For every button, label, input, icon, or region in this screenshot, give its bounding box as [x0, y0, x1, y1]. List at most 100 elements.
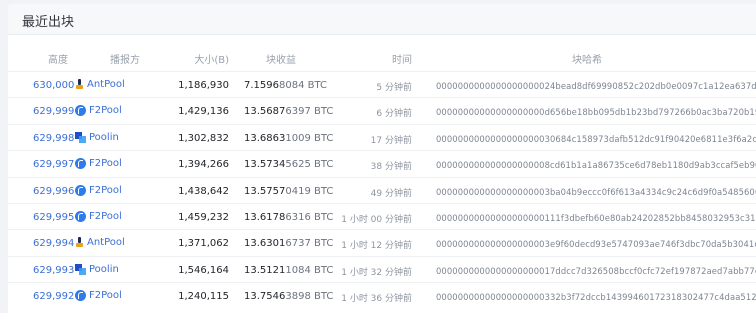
table-row: 629,999 F2Pool 1,429,136 13.56876397 BTC… — [8, 97, 756, 124]
table-row: 629,994 AntPool 1,371,062 13.63016737 BT… — [8, 229, 756, 256]
block-size: 1,546,164 — [178, 264, 229, 276]
block-time: 38 分钟前 — [370, 162, 412, 173]
block-reward-main: 13.5734 — [244, 159, 286, 171]
block-hash-link[interactable]: 000000000000000000003ba04b9eccc0f6f613a4… — [436, 187, 756, 197]
block-reward-rest: 0419 BTC — [285, 185, 334, 197]
block-time: 1 小时 00 分钟前 — [341, 215, 412, 225]
col-time-header: 时间 — [392, 55, 412, 66]
block-height-link[interactable]: 630,000 — [33, 80, 74, 91]
block-size: 1,459,232 — [178, 212, 229, 223]
block-reward-rest: 6316 BTC — [285, 212, 334, 223]
block-height-link[interactable]: 629,999 — [33, 106, 74, 117]
block-height-link[interactable]: 629,993 — [33, 265, 74, 276]
table-header: 高度 播报方 大小(B) 块收益 时间 块哈希 — [8, 44, 756, 70]
table-row: 629,996 F2Pool 1,438,642 13.57570419 BTC… — [8, 176, 756, 204]
block-reward: 13.68631009 BTC — [244, 133, 333, 144]
block-height-link[interactable]: 629,997 — [33, 159, 74, 170]
block-hash-link[interactable]: 000000000000000000003e9f60decd93e5747093… — [436, 239, 756, 249]
block-hash-link[interactable]: 000000000000000000008cd61b1a1a86735ce6d7… — [436, 160, 756, 170]
miner-link[interactable]: Poolin — [75, 263, 119, 275]
miner-link[interactable]: F2Pool — [75, 290, 122, 302]
block-height-link[interactable]: 629,996 — [33, 186, 74, 197]
f2pool-icon — [75, 184, 86, 196]
block-size: 1,240,115 — [178, 291, 229, 303]
miner-name: AntPool — [87, 237, 125, 249]
block-hash-link[interactable]: 00000000000000000000111f3dbefb60e80ab242… — [436, 213, 756, 223]
col-hash-header: 块哈希 — [572, 55, 602, 66]
block-reward-main: 13.6863 — [244, 132, 286, 144]
miner-name: Poolin — [89, 131, 119, 143]
block-height-link[interactable]: 629,992 — [33, 291, 74, 302]
table-row: 629,998 Poolin 1,302,832 13.68631009 BTC… — [8, 123, 756, 151]
block-reward: 13.75463898 BTC — [244, 291, 333, 302]
f2pool-icon — [75, 105, 86, 117]
table-row: 629,995 F2Pool 1,459,232 13.61786316 BTC… — [8, 203, 756, 230]
block-height-link[interactable]: 629,994 — [33, 238, 74, 249]
panel-header: 最近出块 — [8, 4, 756, 35]
poolin-icon — [75, 131, 86, 143]
block-size: 1,186,930 — [178, 80, 229, 91]
block-hash-link[interactable]: 00000000000000000000332b3f72dccb14399460… — [436, 292, 756, 302]
block-reward: 13.61786316 BTC — [244, 212, 333, 223]
block-hash-link[interactable]: 00000000000000000000d656be18bb095db1b23b… — [436, 107, 756, 117]
block-size: 1,394,266 — [178, 159, 229, 171]
block-height-link[interactable]: 629,995 — [33, 212, 74, 223]
table-row: 629,992 F2Pool 1,240,115 13.75463898 BTC… — [8, 282, 756, 309]
block-reward: 7.15968084 BTC — [244, 80, 327, 91]
miner-link[interactable]: F2Pool — [75, 211, 122, 222]
block-reward-main: 13.6301 — [244, 238, 286, 250]
block-reward: 13.56876397 BTC — [244, 106, 333, 117]
block-time: 1 小时 12 分钟前 — [341, 241, 412, 252]
block-time: 5 分钟前 — [376, 83, 412, 93]
block-reward-main: 13.5121 — [244, 264, 286, 276]
miner-name: AntPool — [87, 79, 125, 90]
miner-link[interactable]: F2Pool — [75, 184, 122, 196]
antpool-icon — [75, 237, 84, 248]
block-reward-rest: 1009 BTC — [285, 132, 334, 144]
block-reward: 13.63016737 BTC — [244, 238, 333, 249]
block-reward-main: 13.5757 — [244, 185, 286, 197]
block-reward-rest: 8084 BTC — [279, 80, 327, 91]
miner-name: F2Pool — [89, 290, 122, 302]
f2pool-icon — [75, 158, 86, 170]
block-reward-rest: 3898 BTC — [285, 291, 334, 303]
block-reward-main: 13.6178 — [244, 212, 286, 223]
col-reward-header: 块收益 — [266, 55, 296, 66]
col-height-header: 高度 — [48, 55, 68, 66]
block-time: 6 分钟前 — [376, 109, 412, 120]
block-size: 1,429,136 — [178, 106, 229, 118]
block-reward-rest: 6737 BTC — [285, 238, 334, 250]
miner-name: F2Pool — [89, 184, 122, 196]
miner-link[interactable]: AntPool — [75, 79, 125, 90]
block-time: 49 分钟前 — [370, 188, 412, 199]
block-time: 1 小时 32 分钟前 — [341, 267, 412, 278]
table-row: 630,000 AntPool 1,186,930 7.15968084 BTC… — [8, 71, 756, 98]
block-reward: 13.57570419 BTC — [244, 186, 333, 197]
miner-name: F2Pool — [89, 158, 122, 170]
block-hash-link[interactable]: 0000000000000000000017ddcc7d326508bccf0c… — [436, 266, 756, 276]
block-hash-link[interactable]: 0000000000000000000030684c158973dafb512d… — [436, 134, 756, 144]
miner-name: F2Pool — [89, 211, 122, 222]
miner-name: F2Pool — [89, 105, 122, 117]
miner-link[interactable]: F2Pool — [75, 105, 122, 117]
col-size-header: 大小(B) — [194, 55, 229, 66]
block-time: 1 小时 36 分钟前 — [341, 294, 412, 305]
miner-link[interactable]: Poolin — [75, 131, 119, 143]
table-row: 629,997 F2Pool 1,394,266 13.57345625 BTC… — [8, 150, 756, 177]
miner-link[interactable]: AntPool — [75, 237, 125, 248]
table-row: 629,993 Poolin 1,546,164 13.51211084 BTC… — [8, 255, 756, 283]
block-reward: 13.51211084 BTC — [244, 265, 333, 276]
block-reward-main: 13.5687 — [244, 106, 286, 118]
block-reward: 13.57345625 BTC — [244, 159, 333, 170]
block-size: 1,371,062 — [178, 238, 229, 250]
block-time: 17 分钟前 — [370, 135, 412, 146]
miner-link[interactable]: F2Pool — [75, 158, 122, 170]
panel-title: 最近出块 — [22, 15, 75, 30]
block-height-link[interactable]: 629,998 — [33, 133, 74, 144]
poolin-icon — [75, 263, 86, 275]
block-size: 1,438,642 — [178, 185, 229, 197]
block-size: 1,302,832 — [178, 132, 229, 144]
miner-name: Poolin — [89, 263, 119, 275]
block-hash-link[interactable]: 0000000000000000000024bead8df69990852c20… — [436, 81, 756, 91]
f2pool-icon — [75, 211, 86, 222]
